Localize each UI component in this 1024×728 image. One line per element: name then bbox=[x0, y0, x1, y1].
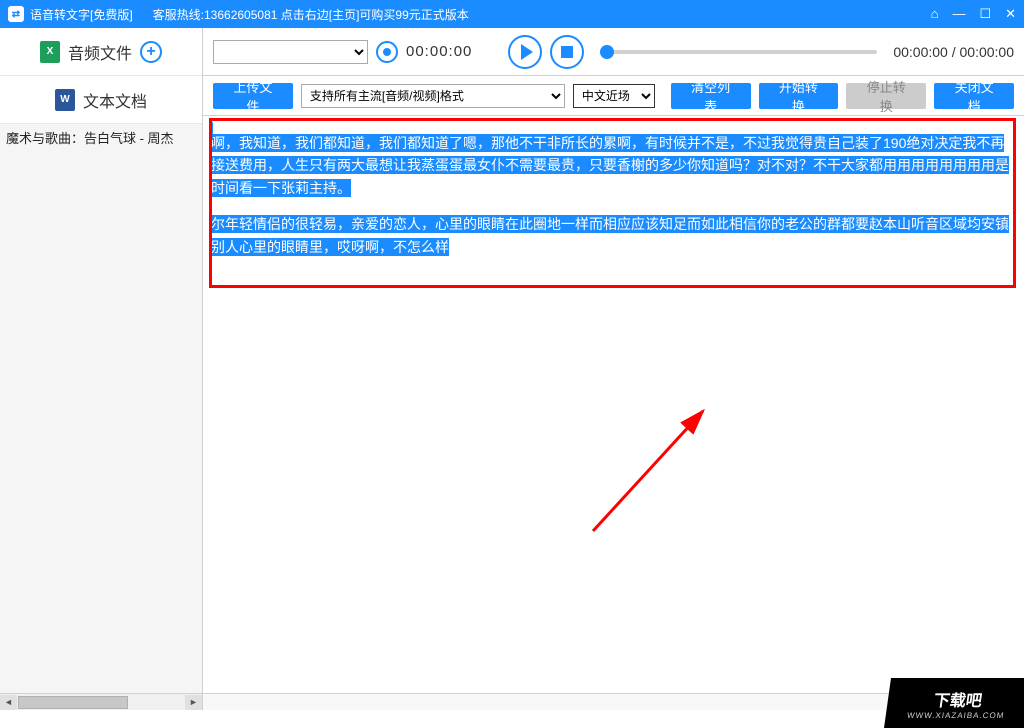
close-doc-button[interactable]: 关闭文档 bbox=[934, 83, 1014, 109]
minimize-button[interactable]: — bbox=[952, 6, 965, 22]
maximize-button[interactable]: ☐ bbox=[979, 6, 991, 22]
progress-knob[interactable] bbox=[600, 45, 614, 59]
watermark-url: WWW.XIAZAIBA.COM bbox=[907, 711, 1006, 720]
progress-slider[interactable] bbox=[600, 50, 877, 54]
scroll-left-icon[interactable]: ◄ bbox=[0, 695, 17, 710]
titlebar: ⇄ 语音转文字[免费版] 客服热线:13662605081 点击右边[主页]可购… bbox=[0, 0, 1024, 28]
stop-button[interactable] bbox=[550, 35, 584, 69]
doc-label: 文本文档 bbox=[83, 88, 147, 112]
upload-button[interactable]: 上传文件 bbox=[213, 83, 293, 109]
transcript-paragraph-2[interactable]: 尔年轻情侣的很轻易，亲爱的恋人，心里的眼睛在此圈地一样而相应应该知足而如此相信你… bbox=[211, 215, 1009, 255]
start-convert-button[interactable]: 开始转换 bbox=[759, 83, 839, 109]
sidebar: X 音频文件 + W 文本文档 魔术与歌曲：告白气球 - 周杰 ◄ ► bbox=[0, 28, 203, 710]
home-icon[interactable]: ⌂ bbox=[931, 6, 939, 22]
transcript-paragraph-1[interactable]: 啊，我知道，我们都知道，我们都知道了嗯，那他不干非所长的累啊，有时候并不是，不过… bbox=[211, 134, 1009, 197]
player-bar: 00:00:00 00:00:00 / 00:00:00 bbox=[203, 28, 1024, 76]
file-list[interactable]: 魔术与歌曲：告白气球 - 周杰 bbox=[0, 124, 202, 693]
close-button[interactable]: ✕ bbox=[1005, 6, 1016, 22]
sidebar-doc-row[interactable]: W 文本文档 bbox=[0, 76, 202, 124]
add-audio-button[interactable]: + bbox=[140, 41, 162, 63]
transcript-editor[interactable]: 啊，我知道，我们都知道，我们都知道了嗯，那他不干非所长的累啊，有时候并不是，不过… bbox=[203, 116, 1024, 693]
file-dropdown[interactable] bbox=[213, 40, 368, 64]
word-file-icon: W bbox=[55, 89, 75, 111]
record-button[interactable] bbox=[376, 41, 398, 63]
toolbar: 上传文件 支持所有主流[音频/视频]格式 中文近场 清空列表 开始转换 停止转换… bbox=[203, 76, 1024, 116]
list-item[interactable]: 魔术与歌曲：告白气球 - 周杰 bbox=[6, 128, 196, 147]
record-time: 00:00:00 bbox=[406, 43, 472, 60]
text-cursor bbox=[211, 122, 213, 140]
horizontal-scrollbar[interactable]: ◄ ► bbox=[0, 693, 202, 710]
watermark: 下载吧 WWW.XIAZAIBA.COM bbox=[884, 678, 1024, 728]
stop-convert-button: 停止转换 bbox=[846, 83, 926, 109]
scroll-thumb[interactable] bbox=[18, 696, 128, 709]
format-select[interactable]: 支持所有主流[音频/视频]格式 bbox=[301, 84, 565, 108]
app-icon: ⇄ bbox=[8, 6, 24, 22]
time-display: 00:00:00 / 00:00:00 bbox=[893, 44, 1014, 60]
language-select[interactable]: 中文近场 bbox=[573, 84, 655, 108]
audio-file-icon: X bbox=[40, 41, 60, 63]
clear-list-button[interactable]: 清空列表 bbox=[671, 83, 751, 109]
scroll-right-icon[interactable]: ► bbox=[185, 695, 202, 710]
annotation-arrow-icon bbox=[583, 401, 723, 541]
audio-label: 音频文件 bbox=[68, 40, 132, 64]
sidebar-audio-row[interactable]: X 音频文件 + bbox=[0, 28, 202, 76]
play-button[interactable] bbox=[508, 35, 542, 69]
hotline-text: 客服热线:13662605081 点击右边[主页]可购买99元正式版本 bbox=[153, 6, 931, 23]
app-title: 语音转文字[免费版] bbox=[30, 6, 133, 23]
watermark-text: 下载吧 bbox=[932, 687, 983, 711]
